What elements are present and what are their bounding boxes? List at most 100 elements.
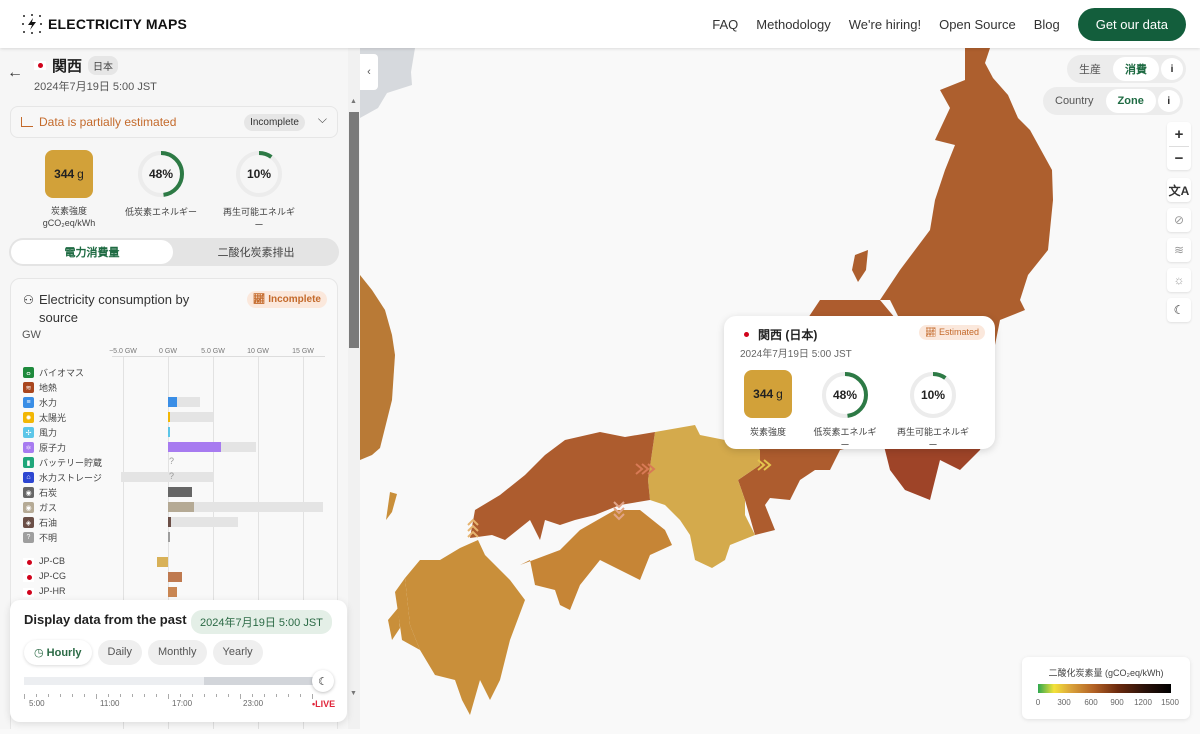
time-tick (144, 694, 145, 697)
scroll-down-icon[interactable]: ▼ (350, 690, 357, 697)
tab-yearly[interactable]: Yearly (212, 640, 263, 665)
wind-icon: ✢ (23, 427, 34, 438)
source-row[interactable]: ≋ 地熱 (11, 380, 339, 395)
map-region-sado (852, 250, 868, 282)
scroll-thumb[interactable] (349, 112, 359, 348)
nav-methodology[interactable]: Methodology (756, 17, 830, 32)
estimation-notice[interactable]: Data is partially estimated Incomplete ⌵ (10, 106, 338, 138)
nav-hiring[interactable]: We're hiring! (849, 17, 921, 32)
source-label: 太陽光 (39, 413, 67, 423)
selected-date-badge[interactable]: 2024年7月19日 5:00 JST (191, 610, 332, 634)
chart-estimated-icon: 📈︎ (252, 294, 266, 305)
source-label: 地熱 (39, 383, 58, 393)
source-label: 風力 (39, 428, 58, 438)
brand-name: ELECTRICITY MAPS (48, 16, 188, 32)
country-badge[interactable]: 日本 (88, 56, 119, 75)
time-slider-handle[interactable]: ☾ (312, 670, 334, 692)
wind-layer-button[interactable]: ≋ (1167, 238, 1191, 262)
source-label: バイオマス (39, 368, 85, 378)
source-row[interactable]: ✹ 太陽光 (11, 410, 339, 425)
tab-hourly[interactable]: ◷ Hourly (24, 640, 92, 665)
leaf-icon: ⴰ (23, 367, 34, 378)
renewable-ring: 10% (908, 370, 958, 420)
consumption-bar (168, 427, 170, 437)
toggle-country[interactable]: Country (1043, 89, 1106, 113)
source-row[interactable]: ◉ ガス (11, 500, 339, 515)
axis-line (112, 356, 325, 357)
low-carbon-ring: 48% (136, 149, 186, 199)
zone-kpis: 344 g 炭素強度 gCO₂eq/kWh 48% 低炭素エネルギー 10% 再生… (0, 148, 348, 233)
toggle-colorblind-button[interactable]: ⊘ (1167, 208, 1191, 232)
time-tick (72, 694, 73, 697)
consumption-bar (168, 517, 171, 527)
time-tick (240, 694, 241, 699)
scroll-up-icon[interactable]: ▲ (350, 98, 357, 105)
source-row[interactable]: ? 不明 (11, 530, 339, 545)
time-tick (216, 694, 217, 697)
axis-tick-label: 15 GW (292, 348, 314, 355)
tooltip-low-carbon: 48% 低炭素エネルギー (810, 370, 880, 451)
time-label: 17:00 (172, 699, 193, 708)
source-row[interactable]: ▮ バッテリー貯蔵? (11, 455, 339, 470)
exchange-row[interactable]: JP-HR (11, 585, 339, 600)
consumption-bar (168, 412, 170, 422)
exchange-bar (168, 587, 177, 597)
chevron-down-icon[interactable]: ⌵ (318, 112, 327, 127)
zoom-out-button[interactable]: − (1175, 147, 1184, 170)
source-row[interactable]: ◈ 石油 (11, 515, 339, 530)
live-indicator[interactable]: •LIVE (312, 699, 335, 709)
renewable-value: 10% (920, 388, 946, 402)
time-tick (276, 694, 277, 697)
exchange-row[interactable]: JP-CG (11, 570, 339, 585)
source-row[interactable]: ⚛ 原子力 (11, 440, 339, 455)
carbon-label: 炭素強度 (50, 206, 87, 216)
source-row[interactable]: ⌂ 水力ストレージ? (11, 470, 339, 485)
source-row[interactable]: ⴰ バイオマス (11, 365, 339, 380)
info-icon[interactable]: i (1157, 90, 1180, 112)
dark-mode-button[interactable]: ☾ (1167, 298, 1191, 322)
tab-monthly[interactable]: Monthly (147, 640, 207, 665)
incomplete-badge-label: Incomplete (268, 294, 321, 305)
exchange-bar (157, 557, 168, 567)
time-tick (252, 694, 253, 697)
back-arrow-icon[interactable]: ← (7, 64, 23, 82)
time-controller: Display data from the past 2024年7月19日 5:… (10, 600, 347, 722)
zoom-in-button[interactable]: + (1175, 122, 1184, 146)
nav-open-source[interactable]: Open Source (939, 17, 1016, 32)
consumption-bar (168, 397, 177, 407)
language-button[interactable]: 文A (1167, 178, 1191, 202)
consumption-emission-toggle: 電力消費量 二酸化炭素排出 (9, 238, 339, 266)
source-row[interactable]: ✢ 風力 (11, 425, 339, 440)
tab-consumption[interactable]: 電力消費量 (11, 240, 173, 264)
nav-faq[interactable]: FAQ (712, 17, 738, 32)
solar-layer-button[interactable]: ☼ (1167, 268, 1191, 292)
toggle-production[interactable]: 生産 (1067, 57, 1113, 81)
time-label: 5:00 (29, 699, 45, 708)
collapse-panel-button[interactable]: ‹ (360, 54, 378, 90)
toggle-zone[interactable]: Zone (1105, 89, 1156, 113)
toggle-consumption[interactable]: 消費 (1113, 57, 1159, 81)
nav-blog[interactable]: Blog (1034, 17, 1060, 32)
zone-name: 関西 (52, 58, 83, 75)
time-tick (60, 694, 61, 697)
map-region-islet (386, 492, 397, 520)
top-nav-bar: ELECTRICITY MAPS FAQ Methodology We're h… (0, 0, 1200, 48)
time-tick (48, 694, 49, 697)
incomplete-badge: 📈︎ Incomplete (246, 291, 327, 308)
exchange-row[interactable]: JP-CB (11, 555, 339, 570)
info-icon[interactable]: i (1161, 58, 1183, 80)
renewable-label: 再生可能エネルギー (222, 207, 295, 230)
tab-daily[interactable]: Daily (97, 640, 142, 665)
plug-icon: ⚇ (23, 293, 34, 307)
time-slider-track[interactable] (24, 677, 316, 685)
tooltip-header: 関西 (日本) (740, 326, 817, 343)
source-row[interactable]: ◉ 石炭 (11, 485, 339, 500)
tab-emissions[interactable]: 二酸化炭素排出 (175, 240, 337, 264)
source-row[interactable]: ≡ 水力 (11, 395, 339, 410)
carbon-intensity-box: 344 g (45, 150, 93, 198)
oil-icon: ◈ (23, 517, 34, 528)
get-our-data-button[interactable]: Get our data (1077, 8, 1186, 41)
carbon-intensity-labels: 炭素強度 gCO₂eq/kWh (30, 205, 108, 229)
panel-scrollbar[interactable]: ▲ ▼ (348, 48, 360, 729)
brand-logo[interactable]: ELECTRICITY MAPS (22, 14, 187, 34)
